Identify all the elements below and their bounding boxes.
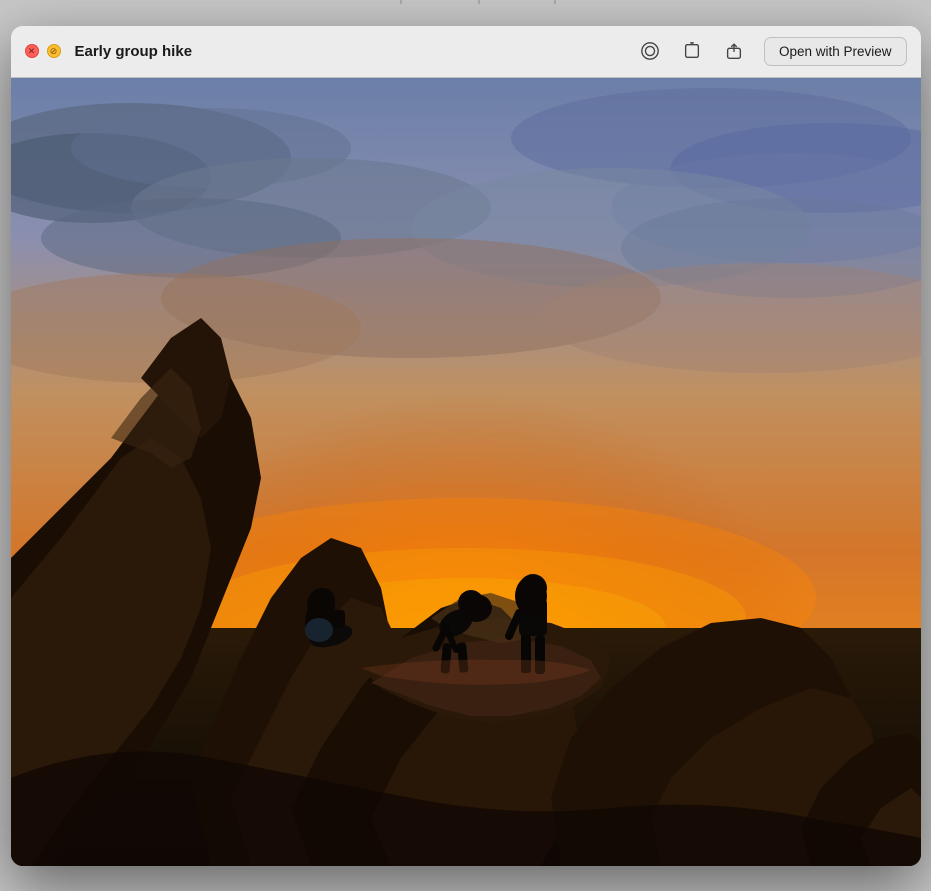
roter-button[interactable] [676,35,708,67]
window-title: Early group hike [75,43,634,60]
scene-container [11,78,921,866]
photo-scene [11,78,921,866]
roter-icon [682,41,702,61]
toolbar-icons [634,35,750,67]
stop-icon: ⊘ [50,46,58,57]
quick-look-window: Marker Roter Del ✕ ⊘ Early group hike [11,26,921,866]
open-with-preview-button[interactable]: Open with Preview [764,37,907,66]
titlebar: ✕ ⊘ Early group hike [11,26,921,78]
share-icon [724,41,744,61]
share-button[interactable] [718,35,750,67]
minimize-button[interactable]: ⊘ [47,44,61,58]
window-controls: ✕ ⊘ [25,44,61,58]
tooltip-area: Marker Roter Del [11,0,921,26]
close-button[interactable]: ✕ [25,44,39,58]
close-icon: ✕ [28,46,36,57]
image-area [11,78,921,866]
marker-icon [640,41,660,61]
marker-button[interactable] [634,35,666,67]
